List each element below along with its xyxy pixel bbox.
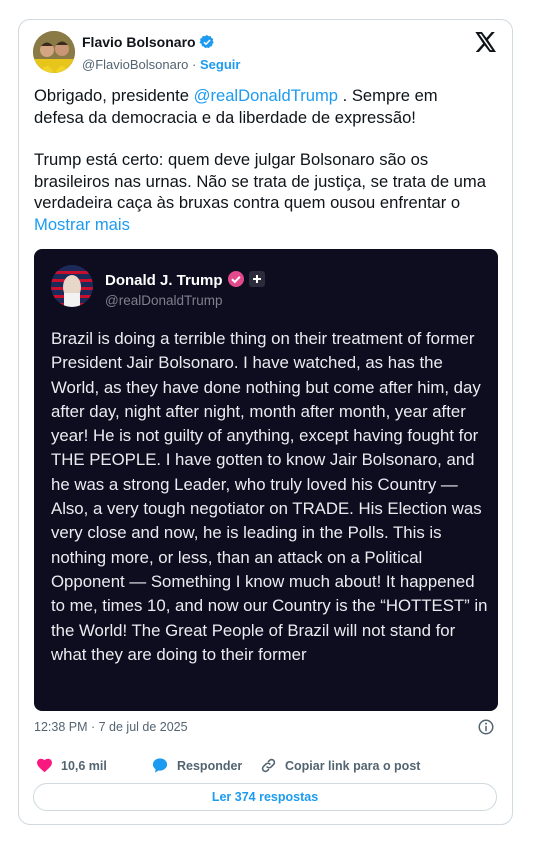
tweet-paragraph-2: Trump está certo: quem deve julgar Bolso… bbox=[34, 149, 489, 236]
mention-link[interactable]: @realDonaldTrump bbox=[194, 86, 338, 105]
tweet-text: Obrigado, presidente @realDonaldTrump . … bbox=[34, 85, 489, 236]
verified-badge-icon bbox=[199, 34, 215, 53]
embedded-badges bbox=[227, 270, 265, 292]
author-name[interactable]: Flavio Bolsonaro bbox=[82, 34, 215, 53]
action-bar: 10,6 mil Responder Copiar link para o po… bbox=[34, 757, 494, 777]
embedded-avatar bbox=[51, 265, 93, 307]
author-avatar[interactable] bbox=[33, 31, 75, 73]
author-handle[interactable]: @FlavioBolsonaro bbox=[82, 57, 188, 72]
copy-link-label: Copiar link para o post bbox=[285, 758, 421, 773]
embedded-author-name: Donald J. Trump bbox=[105, 270, 265, 292]
reply-button[interactable]: Responder bbox=[151, 757, 242, 774]
x-logo-icon[interactable] bbox=[475, 32, 497, 57]
reply-label: Responder bbox=[177, 758, 243, 773]
separator-dot: · bbox=[192, 57, 197, 72]
author-name-text[interactable]: Flavio Bolsonaro bbox=[82, 34, 196, 50]
tweet-paragraph-1: Obrigado, presidente @realDonaldTrump . … bbox=[34, 85, 489, 128]
comment-bubble-icon bbox=[152, 758, 168, 773]
link-icon bbox=[261, 758, 276, 773]
like-button[interactable]: 10,6 mil bbox=[36, 757, 107, 774]
embedded-author-handle: @realDonaldTrump bbox=[105, 293, 223, 308]
heart-icon bbox=[37, 758, 52, 773]
tweet-text-part: Trump está certo: quem deve julgar Bolso… bbox=[34, 149, 486, 213]
tweet-card: Flavio Bolsonaro @FlavioBolsonaro · Segu… bbox=[18, 19, 513, 825]
follow-button[interactable]: Seguir bbox=[200, 57, 240, 72]
tweet-text-part: Obrigado, presidente bbox=[34, 86, 194, 105]
info-icon[interactable] bbox=[477, 718, 495, 741]
copy-link-button[interactable]: Copiar link para o post bbox=[260, 757, 420, 774]
show-more-link[interactable]: Mostrar mais bbox=[34, 215, 130, 234]
read-replies-button[interactable]: Ler 374 respostas bbox=[33, 783, 497, 811]
embedded-post-image[interactable]: Donald J. Trump @realDonaldTrump Brazil … bbox=[34, 249, 498, 711]
like-count: 10,6 mil bbox=[61, 758, 107, 773]
post-timestamp[interactable]: 12:38 PM · 7 de jul de 2025 bbox=[34, 720, 188, 734]
embedded-name-text: Donald J. Trump bbox=[105, 272, 223, 289]
embedded-post-body: Brazil is doing a terrible thing on thei… bbox=[51, 329, 488, 664]
author-handle-line: @FlavioBolsonaro · Seguir bbox=[82, 57, 240, 72]
